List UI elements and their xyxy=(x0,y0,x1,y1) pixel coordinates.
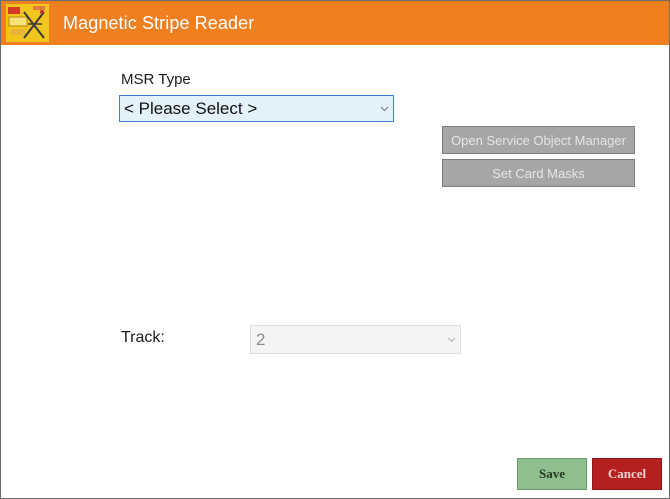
save-button[interactable]: Save xyxy=(517,458,587,490)
track-select[interactable]: 2 xyxy=(250,325,461,354)
magnetic-stripe-reader-window: Magnetic Stripe Reader MSR Type < Please… xyxy=(0,0,670,499)
track-label: Track: xyxy=(121,329,165,346)
set-card-masks-button[interactable]: Set Card Masks xyxy=(442,159,635,187)
msr-type-select[interactable]: < Please Select > xyxy=(119,95,394,122)
chevron-down-icon xyxy=(380,106,389,111)
title-bar: Magnetic Stripe Reader xyxy=(1,1,669,45)
window-title: Magnetic Stripe Reader xyxy=(63,13,255,33)
chevron-down-icon xyxy=(447,337,456,342)
cancel-button[interactable]: Cancel xyxy=(592,458,662,490)
msr-type-label: MSR Type xyxy=(121,71,191,88)
msr-type-selected-value: < Please Select > xyxy=(124,98,258,118)
track-selected-value: 2 xyxy=(256,329,266,349)
app-logo-icon xyxy=(6,4,49,42)
open-service-object-manager-button[interactable]: Open Service Object Manager xyxy=(442,126,635,154)
